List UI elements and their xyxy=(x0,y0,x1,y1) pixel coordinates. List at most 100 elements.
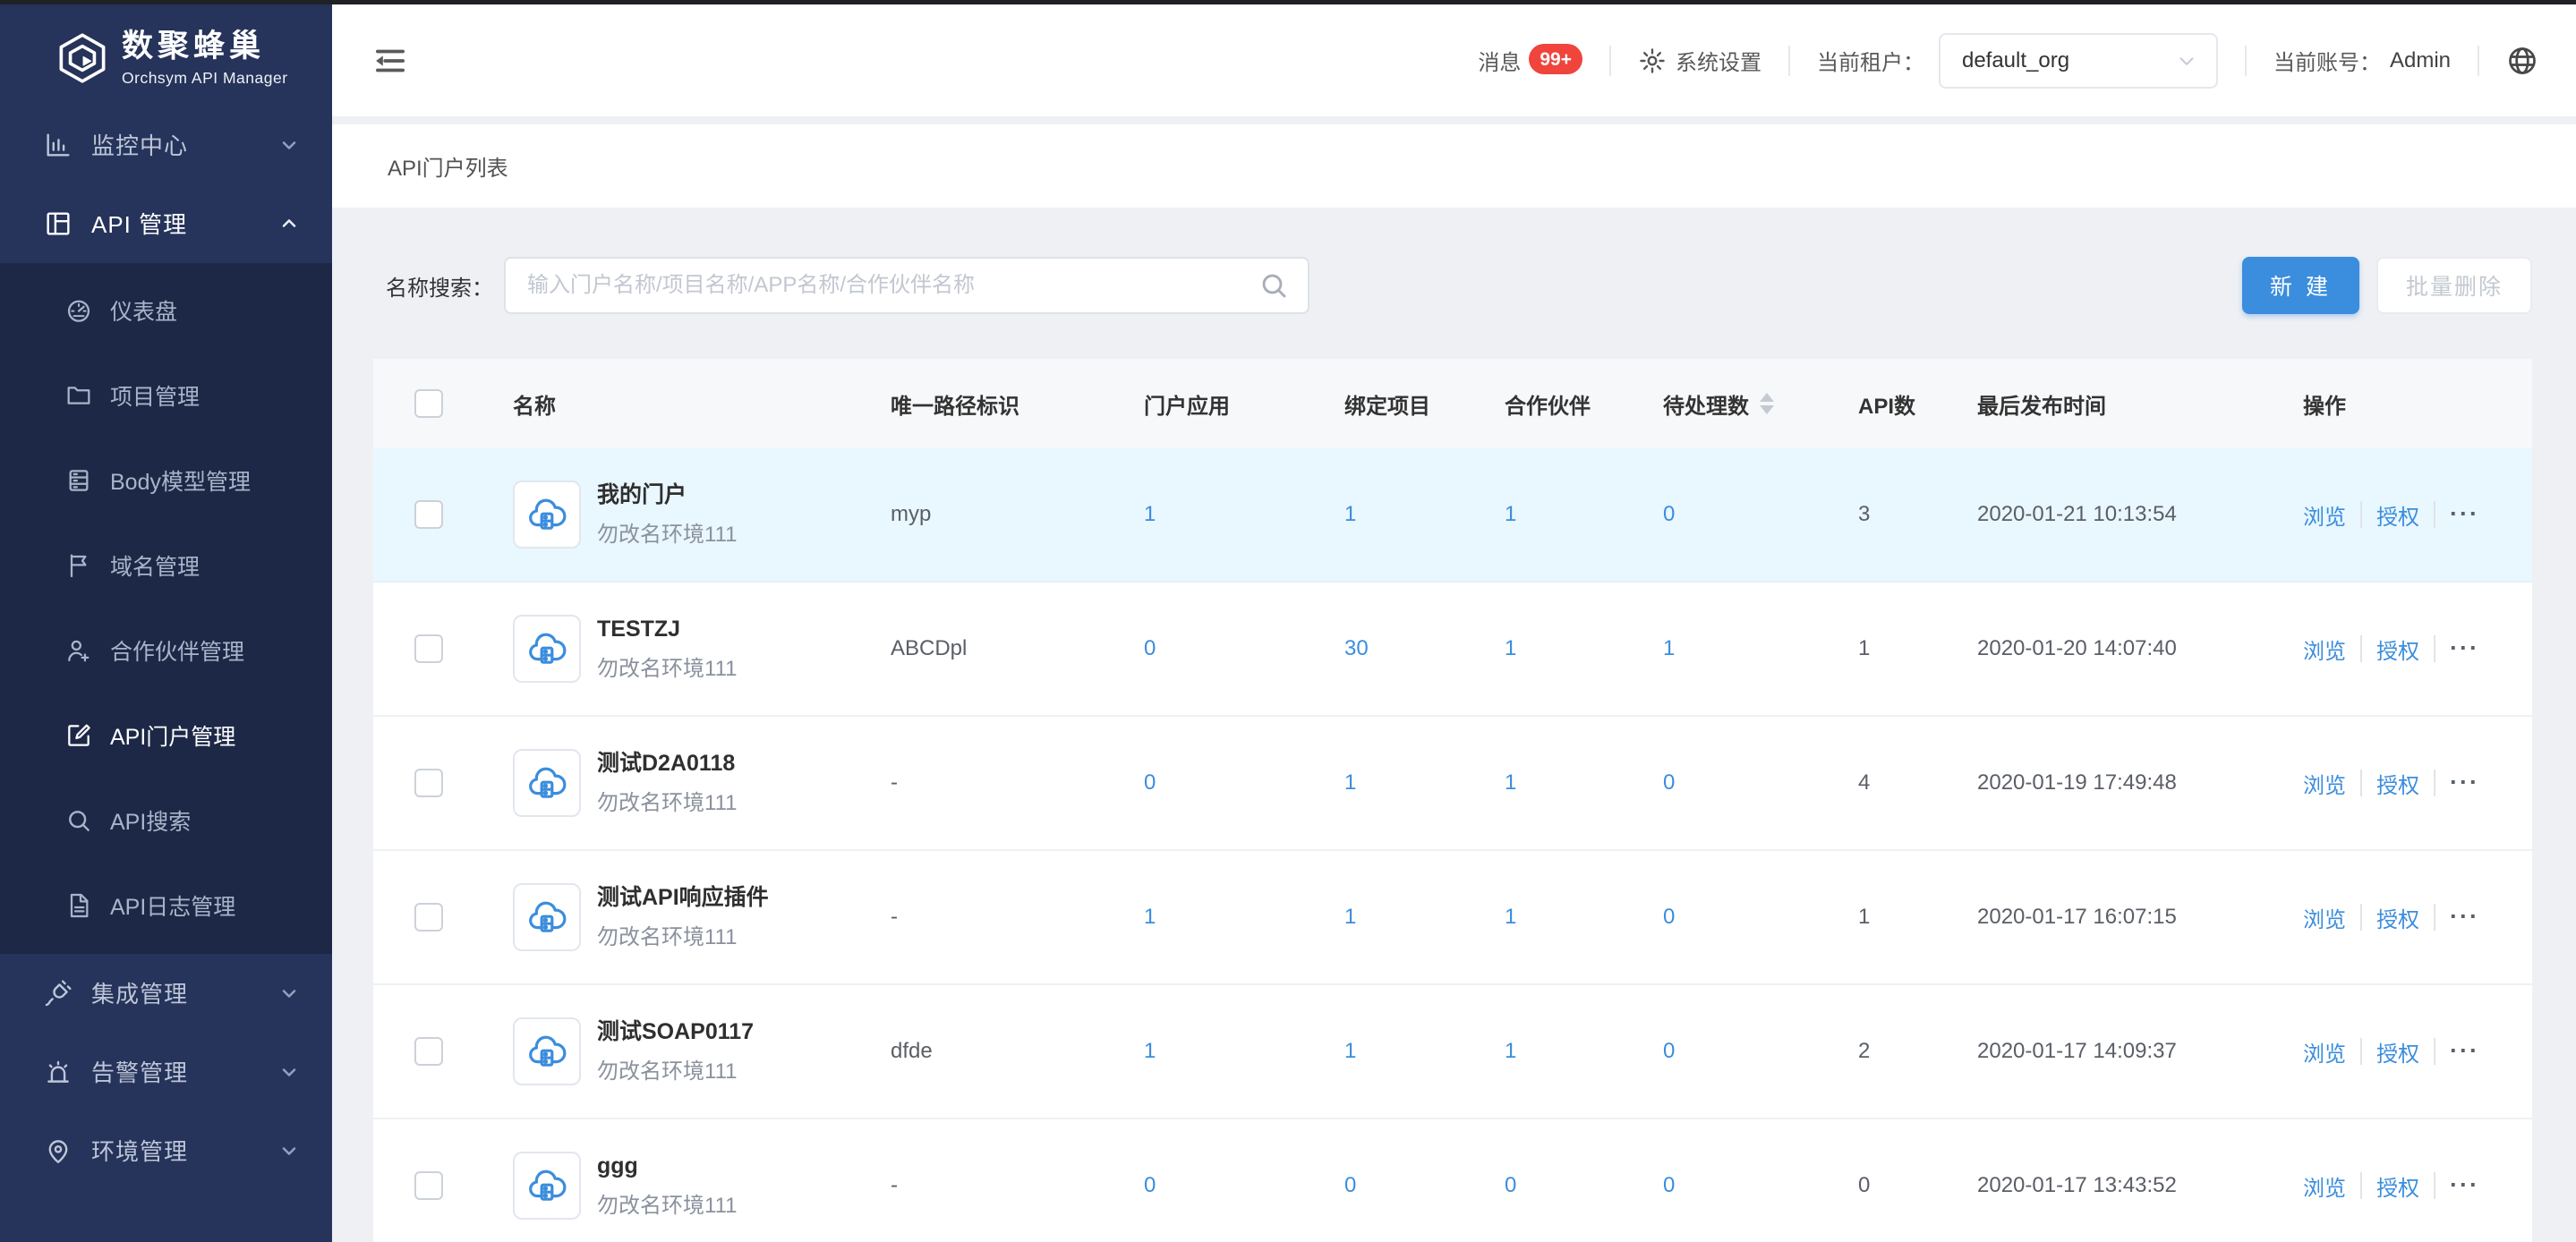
portal-name: ggg xyxy=(597,1153,737,1180)
sidebar-item-label: 域名管理 xyxy=(110,549,200,582)
row-checkbox-cell xyxy=(373,769,488,797)
messages-link[interactable]: 消息 99+ xyxy=(1478,45,1582,76)
col-actions: 操作 xyxy=(2294,388,2532,420)
api-count-cell: 0 xyxy=(1849,1173,1968,1198)
more-actions-button[interactable]: ··· xyxy=(2450,1179,2479,1192)
row-checkbox[interactable] xyxy=(414,769,443,797)
authorize-link[interactable]: 授权 xyxy=(2376,1170,2419,1202)
more-actions-button[interactable]: ··· xyxy=(2450,642,2479,655)
more-actions-button[interactable]: ··· xyxy=(2450,1045,2479,1058)
more-actions-button[interactable]: ··· xyxy=(2450,508,2479,521)
menu-fold-icon[interactable] xyxy=(370,43,411,79)
bound-projects-link[interactable]: 1 xyxy=(1344,770,1356,795)
col-bound-projects: 绑定项目 xyxy=(1335,388,1496,420)
sort-carets-icon[interactable] xyxy=(1760,393,1774,414)
pending-count-link[interactable]: 0 xyxy=(1663,1173,1675,1198)
partners-link[interactable]: 1 xyxy=(1505,770,1516,795)
portal-apps-link-cell: 1 xyxy=(1135,502,1335,527)
published-at-cell: 2020-01-17 14:09:37 xyxy=(1968,1039,2294,1064)
authorize-link[interactable]: 授权 xyxy=(2376,634,2419,665)
portal-name-cell: 测试SOAP0117勿改名环境111 xyxy=(488,1017,882,1085)
row-checkbox[interactable] xyxy=(414,1037,443,1066)
sidebar-item-environment-management[interactable]: 环境管理 xyxy=(0,1111,332,1190)
sidebar-item-label: 监控中心 xyxy=(91,128,278,161)
brand-subtitle: Orchsym API Manager xyxy=(122,69,288,88)
portal-apps-link[interactable]: 1 xyxy=(1144,502,1156,527)
divider xyxy=(2478,46,2479,76)
portal-apps-link[interactable]: 0 xyxy=(1144,1173,1156,1198)
sidebar-nav: 监控中心 API 管理仪表盘项目管理Body模型管理域名管理合作伙伴管理API门户… xyxy=(0,106,332,1190)
sidebar-item-integration-management[interactable]: 集成管理 xyxy=(0,954,332,1033)
brand-logo-icon xyxy=(57,32,107,84)
pending-count-link[interactable]: 0 xyxy=(1663,770,1675,795)
sidebar-item-api-search[interactable]: API搜索 xyxy=(0,778,332,863)
portal-apps-link[interactable]: 0 xyxy=(1144,770,1156,795)
sidebar-item-alert-management[interactable]: 告警管理 xyxy=(0,1033,332,1111)
pending-count-link[interactable]: 0 xyxy=(1663,1039,1675,1064)
view-link[interactable]: 浏览 xyxy=(2303,768,2346,799)
row-checkbox[interactable] xyxy=(414,903,443,932)
more-actions-button[interactable]: ··· xyxy=(2450,777,2479,789)
batch-delete-button[interactable]: 批量删除 xyxy=(2376,257,2532,314)
partners-link[interactable]: 1 xyxy=(1505,636,1516,661)
tenant-select[interactable]: default_org xyxy=(1939,33,2218,89)
actions-cell: 浏览授权 ··· xyxy=(2294,902,2532,933)
select-all-checkbox[interactable] xyxy=(414,389,443,418)
bound-projects-link-cell: 0 xyxy=(1335,1173,1496,1198)
partners-link[interactable]: 0 xyxy=(1505,1173,1516,1198)
portal-apps-link[interactable]: 1 xyxy=(1144,1039,1156,1064)
view-link[interactable]: 浏览 xyxy=(2303,1170,2346,1202)
bound-projects-link[interactable]: 30 xyxy=(1344,636,1369,661)
pending-count-link[interactable]: 0 xyxy=(1663,905,1675,930)
table-row: 测试SOAP0117勿改名环境111dfde111022020-01-17 14… xyxy=(373,985,2532,1119)
sidebar-item-label: 环境管理 xyxy=(91,1134,278,1167)
partners-link[interactable]: 1 xyxy=(1505,502,1516,527)
authorize-link[interactable]: 授权 xyxy=(2376,902,2419,933)
row-checkbox[interactable] xyxy=(414,1171,443,1200)
portal-cloud-server-icon xyxy=(513,749,581,817)
authorize-link[interactable]: 授权 xyxy=(2376,1036,2419,1068)
portal-name-block: 测试D2A0118勿改名环境111 xyxy=(597,750,737,815)
view-link[interactable]: 浏览 xyxy=(2303,499,2346,531)
sidebar-item-label: API日志管理 xyxy=(110,889,235,922)
published-at-cell: 2020-01-19 17:49:48 xyxy=(1968,770,2294,795)
sidebar-item-partner-management[interactable]: 合作伙伴管理 xyxy=(0,608,332,693)
main-area: 消息 99+ 系统设置 当前租户： default_org xyxy=(332,4,2576,1242)
search-icon[interactable] xyxy=(1258,269,1290,302)
pending-count-link[interactable]: 0 xyxy=(1663,502,1675,527)
globe-icon[interactable] xyxy=(2506,45,2538,77)
bound-projects-link[interactable]: 1 xyxy=(1344,502,1356,527)
bound-projects-link[interactable]: 1 xyxy=(1344,1039,1356,1064)
authorize-link[interactable]: 授权 xyxy=(2376,499,2419,531)
sidebar-item-dashboard[interactable]: 仪表盘 xyxy=(0,268,332,353)
portal-name-block: 我的门户勿改名环境111 xyxy=(597,481,737,547)
portal-name-block: ggg勿改名环境111 xyxy=(597,1153,737,1218)
more-actions-button[interactable]: ··· xyxy=(2450,911,2479,923)
view-link[interactable]: 浏览 xyxy=(2303,902,2346,933)
divider xyxy=(2434,770,2435,796)
sidebar-item-api-log-management[interactable]: API日志管理 xyxy=(0,863,332,949)
sidebar-item-domain-management[interactable]: 域名管理 xyxy=(0,523,332,608)
portal-name: 测试SOAP0117 xyxy=(597,1018,754,1046)
row-checkbox[interactable] xyxy=(414,500,443,529)
pending-count-link[interactable]: 1 xyxy=(1663,636,1675,661)
search-input[interactable] xyxy=(506,273,1308,298)
view-link[interactable]: 浏览 xyxy=(2303,1036,2346,1068)
sidebar-item-monitor-center[interactable]: 监控中心 xyxy=(0,106,332,184)
partners-link[interactable]: 1 xyxy=(1505,1039,1516,1064)
sidebar-item-api-management[interactable]: API 管理 xyxy=(0,184,332,263)
brand[interactable]: 数聚蜂巢 Orchsym API Manager xyxy=(0,4,332,106)
bound-projects-link[interactable]: 1 xyxy=(1344,905,1356,930)
portal-apps-link[interactable]: 1 xyxy=(1144,905,1156,930)
view-link[interactable]: 浏览 xyxy=(2303,634,2346,665)
row-checkbox[interactable] xyxy=(414,634,443,663)
sidebar-item-api-portal-management[interactable]: API门户管理 xyxy=(0,693,332,778)
system-settings-link[interactable]: 系统设置 xyxy=(1638,45,1761,76)
create-button[interactable]: 新 建 xyxy=(2242,257,2359,314)
authorize-link[interactable]: 授权 xyxy=(2376,768,2419,799)
partners-link[interactable]: 1 xyxy=(1505,905,1516,930)
portal-apps-link[interactable]: 0 xyxy=(1144,636,1156,661)
bound-projects-link[interactable]: 0 xyxy=(1344,1173,1356,1198)
sidebar-item-body-model-management[interactable]: Body模型管理 xyxy=(0,438,332,523)
sidebar-item-project-management[interactable]: 项目管理 xyxy=(0,353,332,438)
